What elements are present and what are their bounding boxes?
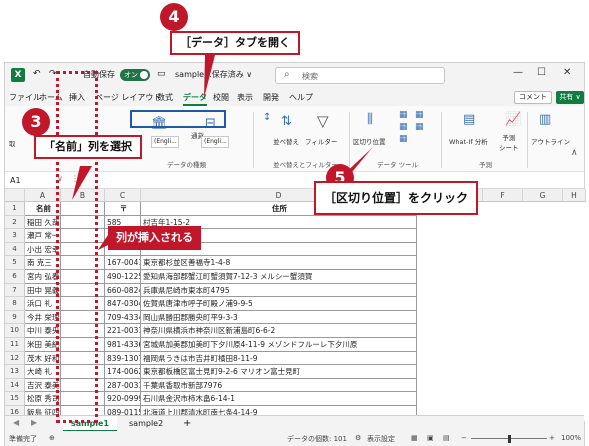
callout-arrows	[72, 55, 372, 250]
step-3-arrow	[72, 166, 92, 200]
step-3-callout: 「名前」列を選択	[34, 135, 142, 159]
step-3-badge: 3	[22, 108, 50, 136]
column-inserted-callout: 列が挿入される	[108, 226, 201, 250]
step-4-arrow	[204, 55, 215, 98]
step-5-callout: ［区切り位置］をクリック	[314, 181, 479, 215]
